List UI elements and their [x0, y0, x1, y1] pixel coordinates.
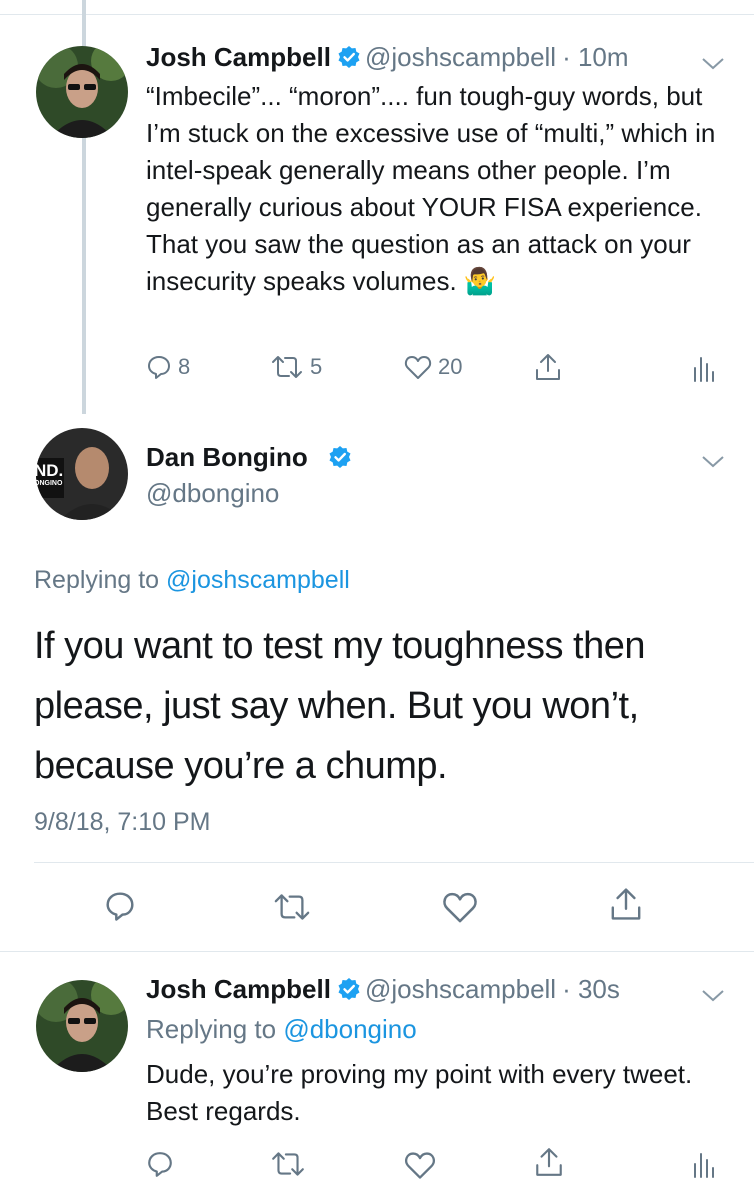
- analytics-button[interactable]: [691, 354, 715, 382]
- top-divider: [0, 14, 754, 15]
- share-icon: [536, 354, 560, 380]
- avatar[interactable]: [36, 46, 128, 138]
- tweet-text: “Imbecile”... “moron”.... fun tough-guy …: [146, 81, 716, 296]
- author-handle[interactable]: @joshscampbell: [365, 42, 556, 72]
- chevron-down-icon[interactable]: [698, 54, 728, 74]
- like-button[interactable]: 20: [404, 354, 462, 380]
- like-count: 20: [438, 354, 463, 379]
- verified-icon: [338, 46, 360, 68]
- verified-icon: [338, 978, 360, 1000]
- share-icon: [611, 888, 641, 920]
- reply-icon: [106, 892, 134, 921]
- divider: [0, 951, 754, 952]
- verified-icon: [329, 446, 351, 468]
- author-name[interactable]: Josh Campbell: [146, 42, 331, 72]
- tweet3-header: Josh Campbell @joshscampbell · 30s: [146, 974, 620, 1005]
- reply-icon: [148, 356, 170, 379]
- retweet-icon: [272, 356, 302, 378]
- share-button[interactable]: [608, 886, 644, 922]
- reply-icon: [148, 1152, 172, 1177]
- tweet-text: If you want to test my toughness then pl…: [34, 625, 645, 787]
- tweet-time[interactable]: · 10m: [562, 42, 628, 72]
- like-button[interactable]: [404, 1150, 436, 1180]
- chevron-down-icon[interactable]: [698, 986, 728, 1006]
- like-button[interactable]: [442, 890, 478, 924]
- tweet-text: Dude, you’re proving my point with every…: [146, 1059, 693, 1126]
- retweet-button[interactable]: [272, 892, 312, 922]
- avatar[interactable]: [36, 980, 128, 1072]
- analytics-icon: [694, 1153, 714, 1178]
- reply-button[interactable]: [104, 890, 136, 922]
- chevron-down-icon[interactable]: [698, 452, 728, 472]
- reply-button[interactable]: [146, 1150, 174, 1178]
- retweet-button[interactable]: 5: [270, 354, 322, 380]
- retweet-count: 5: [310, 354, 323, 379]
- author-name[interactable]: Dan Bongino: [146, 442, 308, 473]
- author-handle[interactable]: @joshscampbell: [365, 974, 556, 1004]
- reply-button[interactable]: 8: [146, 354, 190, 380]
- shrug-emoji: 🤷‍♂️: [463, 266, 497, 296]
- share-button[interactable]: [533, 352, 563, 382]
- retweet-icon: [274, 894, 310, 920]
- reply-count: 8: [178, 354, 191, 379]
- retweet-icon: [272, 1152, 304, 1176]
- tweet1-header: Josh Campbell @joshscampbell · 10m: [146, 42, 629, 73]
- divider: [34, 862, 754, 863]
- heart-icon: [405, 1152, 435, 1179]
- heart-icon: [404, 356, 432, 379]
- replying-to-link[interactable]: @dbongino: [283, 1014, 416, 1044]
- share-icon: [536, 1148, 562, 1176]
- author-handle[interactable]: @dbongino: [146, 478, 279, 509]
- heart-icon: [443, 892, 477, 923]
- replying-to: Replying to @dbongino: [146, 1014, 417, 1044]
- tweet-time[interactable]: · 30s: [562, 974, 620, 1004]
- analytics-icon: [694, 357, 714, 382]
- share-button[interactable]: [533, 1146, 565, 1178]
- replying-to: Replying to @joshscampbell: [34, 566, 350, 594]
- analytics-button[interactable]: [691, 1150, 715, 1178]
- avatar-logo-text: ND. ONGINO: [34, 461, 64, 487]
- author-name[interactable]: Josh Campbell: [146, 974, 331, 1004]
- tweet-timestamp[interactable]: 9/8/18, 7:10 PM: [34, 808, 211, 837]
- replying-to-link[interactable]: @joshscampbell: [166, 566, 350, 594]
- retweet-button[interactable]: [270, 1150, 306, 1178]
